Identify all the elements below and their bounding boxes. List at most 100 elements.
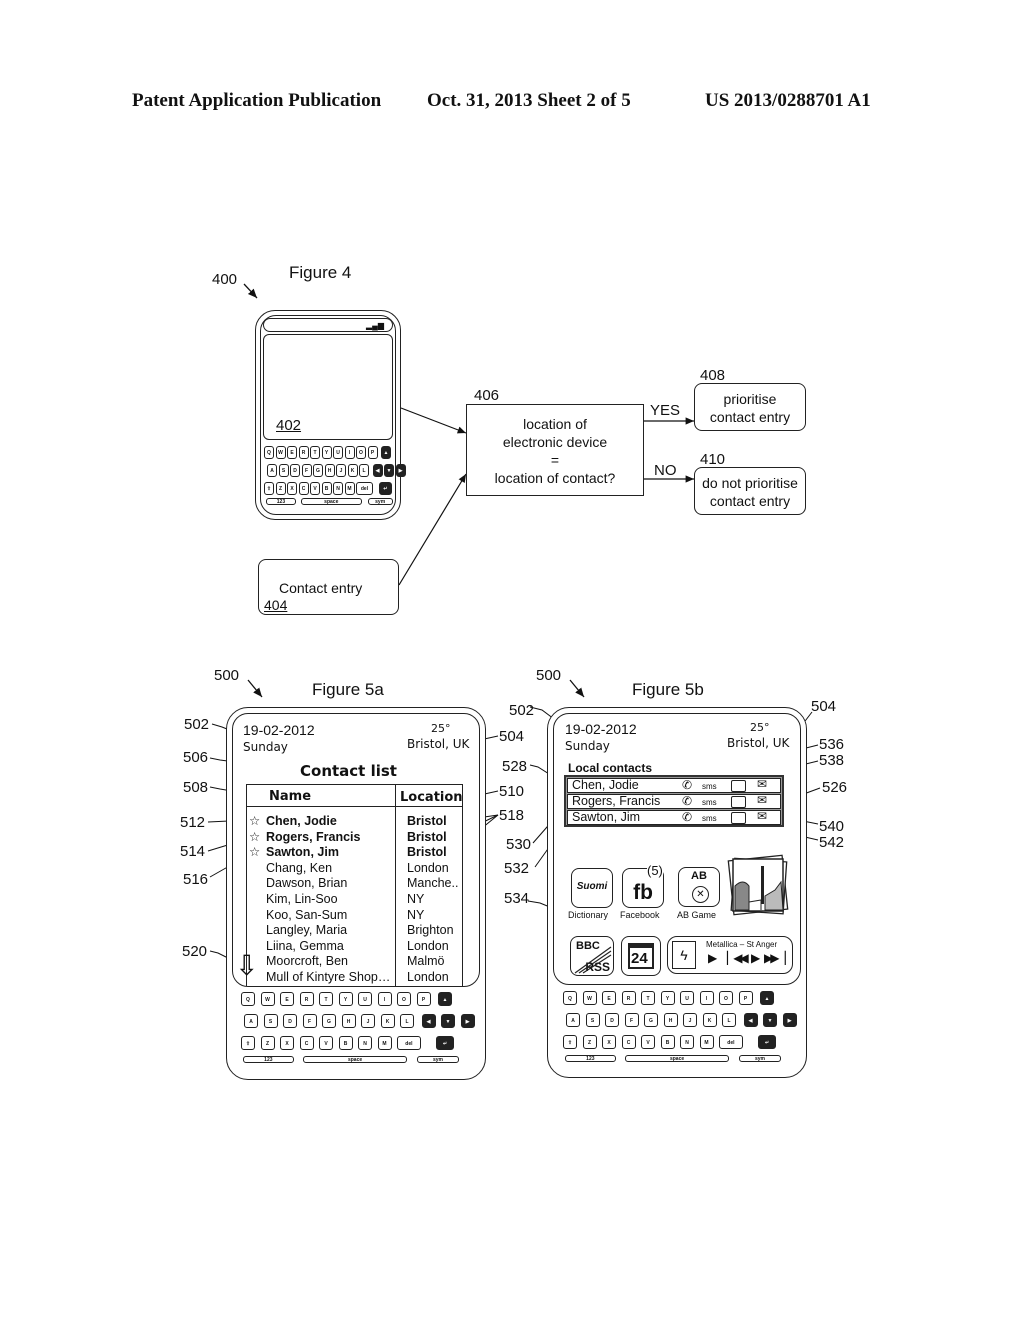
sms-button[interactable]: sms [702, 796, 717, 809]
key-b[interactable]: B [321, 482, 332, 495]
key-s[interactable]: S [278, 464, 289, 477]
key-j[interactable]: J [683, 1013, 697, 1027]
key-123[interactable]: 123 [266, 498, 296, 505]
key-v[interactable]: V [319, 1036, 333, 1050]
column-header-name[interactable]: Name [269, 789, 311, 804]
key-d[interactable]: D [283, 1014, 297, 1028]
delete-key[interactable]: del [397, 1036, 421, 1050]
key-w[interactable]: W [260, 992, 275, 1006]
calendar-app-button[interactable]: 24 [621, 936, 661, 976]
up-arrow-key[interactable]: ▲ [381, 446, 391, 459]
key-123[interactable]: 123 [243, 1056, 294, 1063]
key-z[interactable]: Z [582, 1035, 597, 1049]
key-t[interactable]: T [641, 991, 655, 1005]
key-a[interactable]: A [267, 464, 277, 477]
key-c[interactable]: C [299, 1036, 314, 1050]
key-r[interactable]: R [299, 992, 314, 1006]
left-arrow-key[interactable]: ◀ [743, 1013, 758, 1027]
key-f[interactable]: F [624, 1013, 639, 1027]
play-icon-2[interactable]: ▶ [751, 951, 760, 965]
key-i[interactable]: I [699, 991, 714, 1005]
key-m[interactable]: M [699, 1035, 714, 1049]
key-b[interactable]: B [660, 1035, 675, 1049]
shift-key[interactable]: ⇧ [563, 1035, 577, 1049]
key-m[interactable]: M [344, 482, 355, 495]
right-arrow-key[interactable]: ▶ [782, 1013, 797, 1027]
sym-key[interactable]: sym [416, 1056, 460, 1063]
key-s[interactable]: S [585, 1013, 600, 1027]
key-q[interactable]: Q [264, 446, 274, 459]
key-y[interactable]: Y [321, 446, 332, 459]
space-key[interactable]: space [300, 498, 362, 505]
key-f[interactable]: F [301, 464, 312, 477]
up-arrow-key[interactable]: ▲ [760, 991, 774, 1005]
local-contact-row[interactable]: Chen, Jodie ✆ sms ✉ [567, 778, 781, 793]
key-y[interactable]: Y [338, 992, 353, 1006]
key-n[interactable]: N [680, 1035, 694, 1049]
rss-app-button[interactable]: BBC RSS [570, 936, 614, 976]
key-u[interactable]: U [333, 446, 343, 459]
call-icon[interactable]: ✆ [682, 795, 692, 808]
left-arrow-key[interactable]: ◀ [421, 1014, 436, 1028]
key-k[interactable]: K [380, 1014, 395, 1028]
key-x[interactable]: X [287, 482, 297, 495]
key-e[interactable]: E [602, 991, 616, 1005]
key-h[interactable]: H [341, 1014, 356, 1028]
key-123[interactable]: 123 [565, 1055, 616, 1062]
local-contact-row[interactable]: Sawton, Jim ✆ sms ✉ [567, 810, 781, 825]
key-o[interactable]: O [719, 991, 733, 1005]
chat-bubble-icon[interactable] [731, 812, 746, 824]
key-g[interactable]: G [313, 464, 323, 477]
key-p[interactable]: P [416, 992, 431, 1006]
email-icon[interactable]: ✉ [757, 794, 767, 807]
key-q[interactable]: Q [563, 991, 577, 1005]
key-s[interactable]: S [263, 1014, 278, 1028]
key-a[interactable]: A [566, 1013, 580, 1027]
local-contact-row[interactable]: Rogers, Francis ✆ sms ✉ [567, 794, 781, 809]
column-header-location[interactable]: Location [400, 790, 463, 805]
key-n[interactable]: N [358, 1036, 372, 1050]
key-m[interactable]: M [377, 1036, 392, 1050]
key-t[interactable]: T [319, 992, 333, 1006]
down-arrow-key[interactable]: ▼ [763, 1013, 777, 1027]
key-v[interactable]: V [641, 1035, 655, 1049]
shift-key[interactable]: ⇧ [241, 1036, 255, 1050]
down-arrow-key[interactable]: ▼ [384, 464, 394, 477]
scroll-down-arrow-icon[interactable]: ⇩ [235, 952, 258, 980]
key-g[interactable]: G [322, 1014, 336, 1028]
next-track-icon[interactable]: ▶▶▕ [764, 951, 786, 965]
email-icon[interactable]: ✉ [757, 778, 767, 791]
photo-gallery-icon[interactable] [727, 852, 791, 918]
key-y[interactable]: Y [660, 991, 675, 1005]
key-l[interactable]: L [359, 464, 369, 477]
email-icon[interactable]: ✉ [757, 810, 767, 823]
key-u[interactable]: U [358, 992, 372, 1006]
sym-key[interactable]: sym [738, 1055, 782, 1062]
sms-button[interactable]: sms [702, 812, 717, 825]
key-n[interactable]: N [333, 482, 343, 495]
key-j[interactable]: J [361, 1014, 375, 1028]
key-x[interactable]: X [602, 1035, 616, 1049]
key-j[interactable]: J [336, 464, 346, 477]
key-f[interactable]: F [302, 1014, 317, 1028]
key-k[interactable]: K [702, 1013, 717, 1027]
key-z[interactable]: Z [275, 482, 286, 495]
sym-key[interactable]: sym [367, 498, 393, 505]
key-r[interactable]: R [298, 446, 309, 459]
space-key[interactable]: space [625, 1055, 729, 1062]
key-b[interactable]: B [338, 1036, 353, 1050]
up-arrow-key[interactable]: ▲ [438, 992, 452, 1006]
enter-key[interactable]: ↵ [758, 1035, 777, 1049]
key-r[interactable]: R [621, 991, 636, 1005]
previous-track-icon[interactable]: ▏◀◀ [727, 951, 749, 965]
key-q[interactable]: Q [241, 992, 255, 1006]
key-o[interactable]: O [356, 446, 366, 459]
right-arrow-key[interactable]: ▶ [395, 464, 406, 477]
key-a[interactable]: A [244, 1014, 258, 1028]
key-w[interactable]: W [275, 446, 286, 459]
down-arrow-key[interactable]: ▼ [441, 1014, 455, 1028]
key-e[interactable]: E [287, 446, 297, 459]
key-z[interactable]: Z [260, 1036, 275, 1050]
music-player-widget[interactable]: ϟ Metallica – St Anger ▶ ▏◀◀ ▶ ▶▶▕ [667, 936, 793, 974]
key-v[interactable]: V [310, 482, 320, 495]
